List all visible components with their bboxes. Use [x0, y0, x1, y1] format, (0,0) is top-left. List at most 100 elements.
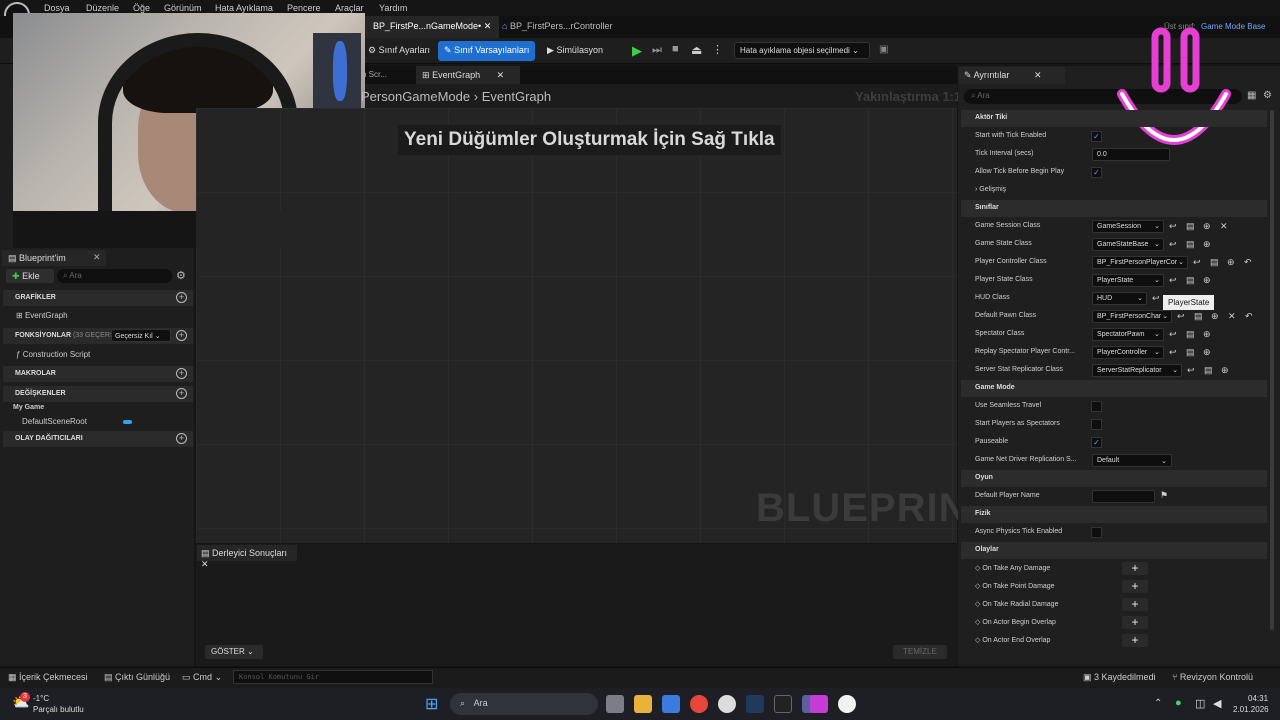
event-graph-canvas[interactable] [196, 108, 957, 543]
browse-icon[interactable]: ▤ [1186, 329, 1195, 340]
tab-my-blueprint[interactable]: ▤ Blueprint'im [2, 250, 106, 266]
category-game[interactable]: Oyun [961, 470, 1267, 487]
category-game-mode[interactable]: Game Mode [961, 380, 1267, 397]
step-icon[interactable]: ⏭ [652, 44, 662, 57]
tab-compiler-results[interactable]: ▤ Derleyici Sonuçları ✕ [197, 545, 297, 569]
use-selected-icon[interactable]: ↩ [1169, 275, 1177, 286]
browse-icon[interactable]: ▤ [1210, 257, 1219, 268]
output-log-button[interactable]: ▤ Çıktı Günlüğü [104, 672, 170, 683]
checkbox-allow-tick[interactable]: ✓ [1091, 167, 1102, 178]
close-icon[interactable]: ✕ [1034, 70, 1042, 80]
use-selected-icon[interactable]: ↩ [1152, 293, 1160, 304]
class-select[interactable]: HUD ⌄ [1092, 292, 1147, 305]
unreal-taskbar-icon[interactable] [838, 695, 856, 713]
use-selected-icon[interactable]: ↩ [1193, 257, 1201, 268]
use-selected-icon[interactable]: ↩ [1187, 365, 1195, 376]
close-icon[interactable]: ✕ [484, 21, 492, 31]
network-icon[interactable]: ◫ [1195, 697, 1205, 710]
reset-icon[interactable]: ↶ [1244, 257, 1252, 268]
add-asset-icon[interactable]: ⊕ [1203, 239, 1211, 250]
taskbar-search[interactable]: ⌕ Ara [450, 693, 598, 715]
tab-bp-game-mode[interactable]: BP_FirstPe...nGameMode• ✕ [365, 16, 500, 38]
default-player-name-input[interactable] [1092, 490, 1155, 503]
debug-object-select[interactable]: Hata ayıklama objesi seçilmedi ⌄ [734, 42, 870, 59]
gear-icon[interactable]: ⚙ [176, 269, 186, 282]
class-select[interactable]: PlayerState ⌄ [1092, 274, 1164, 287]
class-select[interactable]: GameSession ⌄ [1092, 220, 1164, 233]
clear-button[interactable]: TEMİZLE [893, 645, 947, 659]
github-icon[interactable] [718, 695, 736, 713]
advanced-toggle[interactable]: › Gelişmiş [975, 186, 1006, 193]
cmd-select[interactable]: ▭ Cmd ⌄ [182, 672, 222, 683]
flag-icon[interactable]: ⚑ [1160, 490, 1168, 501]
console-input[interactable]: Konsol Komutunu Gir [233, 670, 433, 684]
checkbox-seamless-travel[interactable] [1091, 401, 1102, 412]
checkbox-start-tick[interactable]: ✓ [1091, 131, 1102, 142]
menu-file[interactable]: Dosya [44, 3, 70, 13]
tick-interval-input[interactable]: 0.0 [1092, 148, 1170, 161]
tab-event-graph[interactable]: ⊞ EventGraph ✕ [416, 66, 520, 84]
add-asset-icon[interactable]: ⊕ [1203, 221, 1211, 232]
menu-debug[interactable]: Hata Ayıklama [215, 3, 273, 13]
stop-icon[interactable]: ■ [672, 43, 679, 55]
class-select[interactable]: BP_FirstPersonPlayerCor ⌄ [1092, 256, 1188, 269]
file-explorer-icon[interactable] [634, 695, 652, 713]
class-select[interactable]: GameStateBase ⌄ [1092, 238, 1164, 251]
table-view-icon[interactable]: ▦ [1247, 90, 1256, 101]
menu-tools[interactable]: Araçlar [335, 3, 364, 13]
tab-details[interactable]: ✎ Ayrıntılar ✕ [959, 67, 1065, 84]
section-graphs[interactable]: GRAFİKLER [3, 290, 193, 306]
tab-bp-controller[interactable]: ⌂ BP_FirstPers...rController [494, 16, 620, 38]
event-graph-item[interactable]: ⊞ EventGraph [16, 311, 68, 320]
mic-icon[interactable]: ● [1175, 697, 1182, 709]
close-icon[interactable]: ✕ [93, 252, 101, 263]
eject-icon[interactable]: ⏏ [691, 43, 702, 57]
add-macro-icon[interactable]: + [176, 368, 187, 379]
checkbox-async-physics[interactable] [1091, 527, 1102, 538]
clear-icon[interactable]: ✕ [1228, 311, 1236, 322]
category-physics[interactable]: Fizik [961, 506, 1267, 523]
add-asset-icon[interactable]: ⊕ [1203, 329, 1211, 340]
category-classes[interactable]: Sınıflar [961, 200, 1267, 217]
volume-icon[interactable]: ◀ [1213, 697, 1221, 710]
clock-date[interactable]: 2.01.2026 [1233, 705, 1269, 714]
add-event-button[interactable]: + [1122, 562, 1148, 575]
clock-time[interactable]: 04:31 [1248, 694, 1268, 703]
section-macros[interactable]: MAKROLAR [3, 366, 193, 382]
unsaved-button[interactable]: ▣ 3 Kaydedilmedi [1083, 672, 1156, 683]
add-asset-icon[interactable]: ⊕ [1211, 311, 1219, 322]
close-icon[interactable]: ✕ [201, 559, 209, 569]
blueprint-search-input[interactable]: ⌕ Ara [57, 269, 172, 283]
epic-games-icon[interactable] [774, 695, 792, 713]
browse-icon[interactable]: ▣ [879, 44, 888, 55]
revision-control-button[interactable]: ⑂ Revizyon Kontrolü [1172, 672, 1253, 682]
class-select[interactable]: BP_FirstPersonChar ⌄ [1092, 310, 1172, 323]
category-events[interactable]: Olaylar [961, 542, 1267, 559]
add-function-icon[interactable]: + [176, 330, 187, 341]
add-asset-icon[interactable]: ⊕ [1203, 275, 1211, 286]
show-button[interactable]: GÖSTER ⌄ [205, 645, 263, 659]
gear-icon[interactable]: ⚙ [1263, 90, 1272, 101]
browse-icon[interactable]: ▤ [1186, 221, 1195, 232]
task-view-icon[interactable] [606, 695, 624, 713]
my-game-category[interactable]: My Game [13, 404, 44, 411]
add-asset-icon[interactable]: ⊕ [1203, 347, 1211, 358]
add-asset-icon[interactable]: ⊕ [1221, 365, 1229, 376]
variable-default-scene-root[interactable]: DefaultSceneRoot [22, 417, 87, 426]
reset-icon[interactable]: ↶ [1245, 311, 1253, 322]
content-drawer-button[interactable]: ▦ İçerik Çekmecesi [8, 672, 88, 683]
override-dropdown[interactable]: Geçersiz Kıl ⌄ [111, 329, 171, 342]
browse-icon[interactable]: ▤ [1186, 347, 1195, 358]
add-button[interactable]: ✚ Ekle [6, 269, 54, 283]
simulation-button[interactable]: ▶ Simülasyon [541, 41, 609, 61]
browse-icon[interactable]: ▤ [1194, 311, 1203, 322]
menu-object[interactable]: Öğe [133, 3, 150, 13]
menu-window[interactable]: Pencere [287, 3, 321, 13]
class-select[interactable]: PlayerController ⌄ [1092, 346, 1164, 359]
breadcrumb-parent[interactable]: PersonGameMode [361, 89, 470, 104]
use-selected-icon[interactable]: ↩ [1169, 221, 1177, 232]
add-asset-icon[interactable]: ⊕ [1227, 257, 1235, 268]
class-select[interactable]: ServerStatReplicator ⌄ [1092, 364, 1182, 377]
menu-edit[interactable]: Düzenle [86, 3, 119, 13]
windows-start-icon[interactable]: ⊞ [425, 694, 438, 714]
